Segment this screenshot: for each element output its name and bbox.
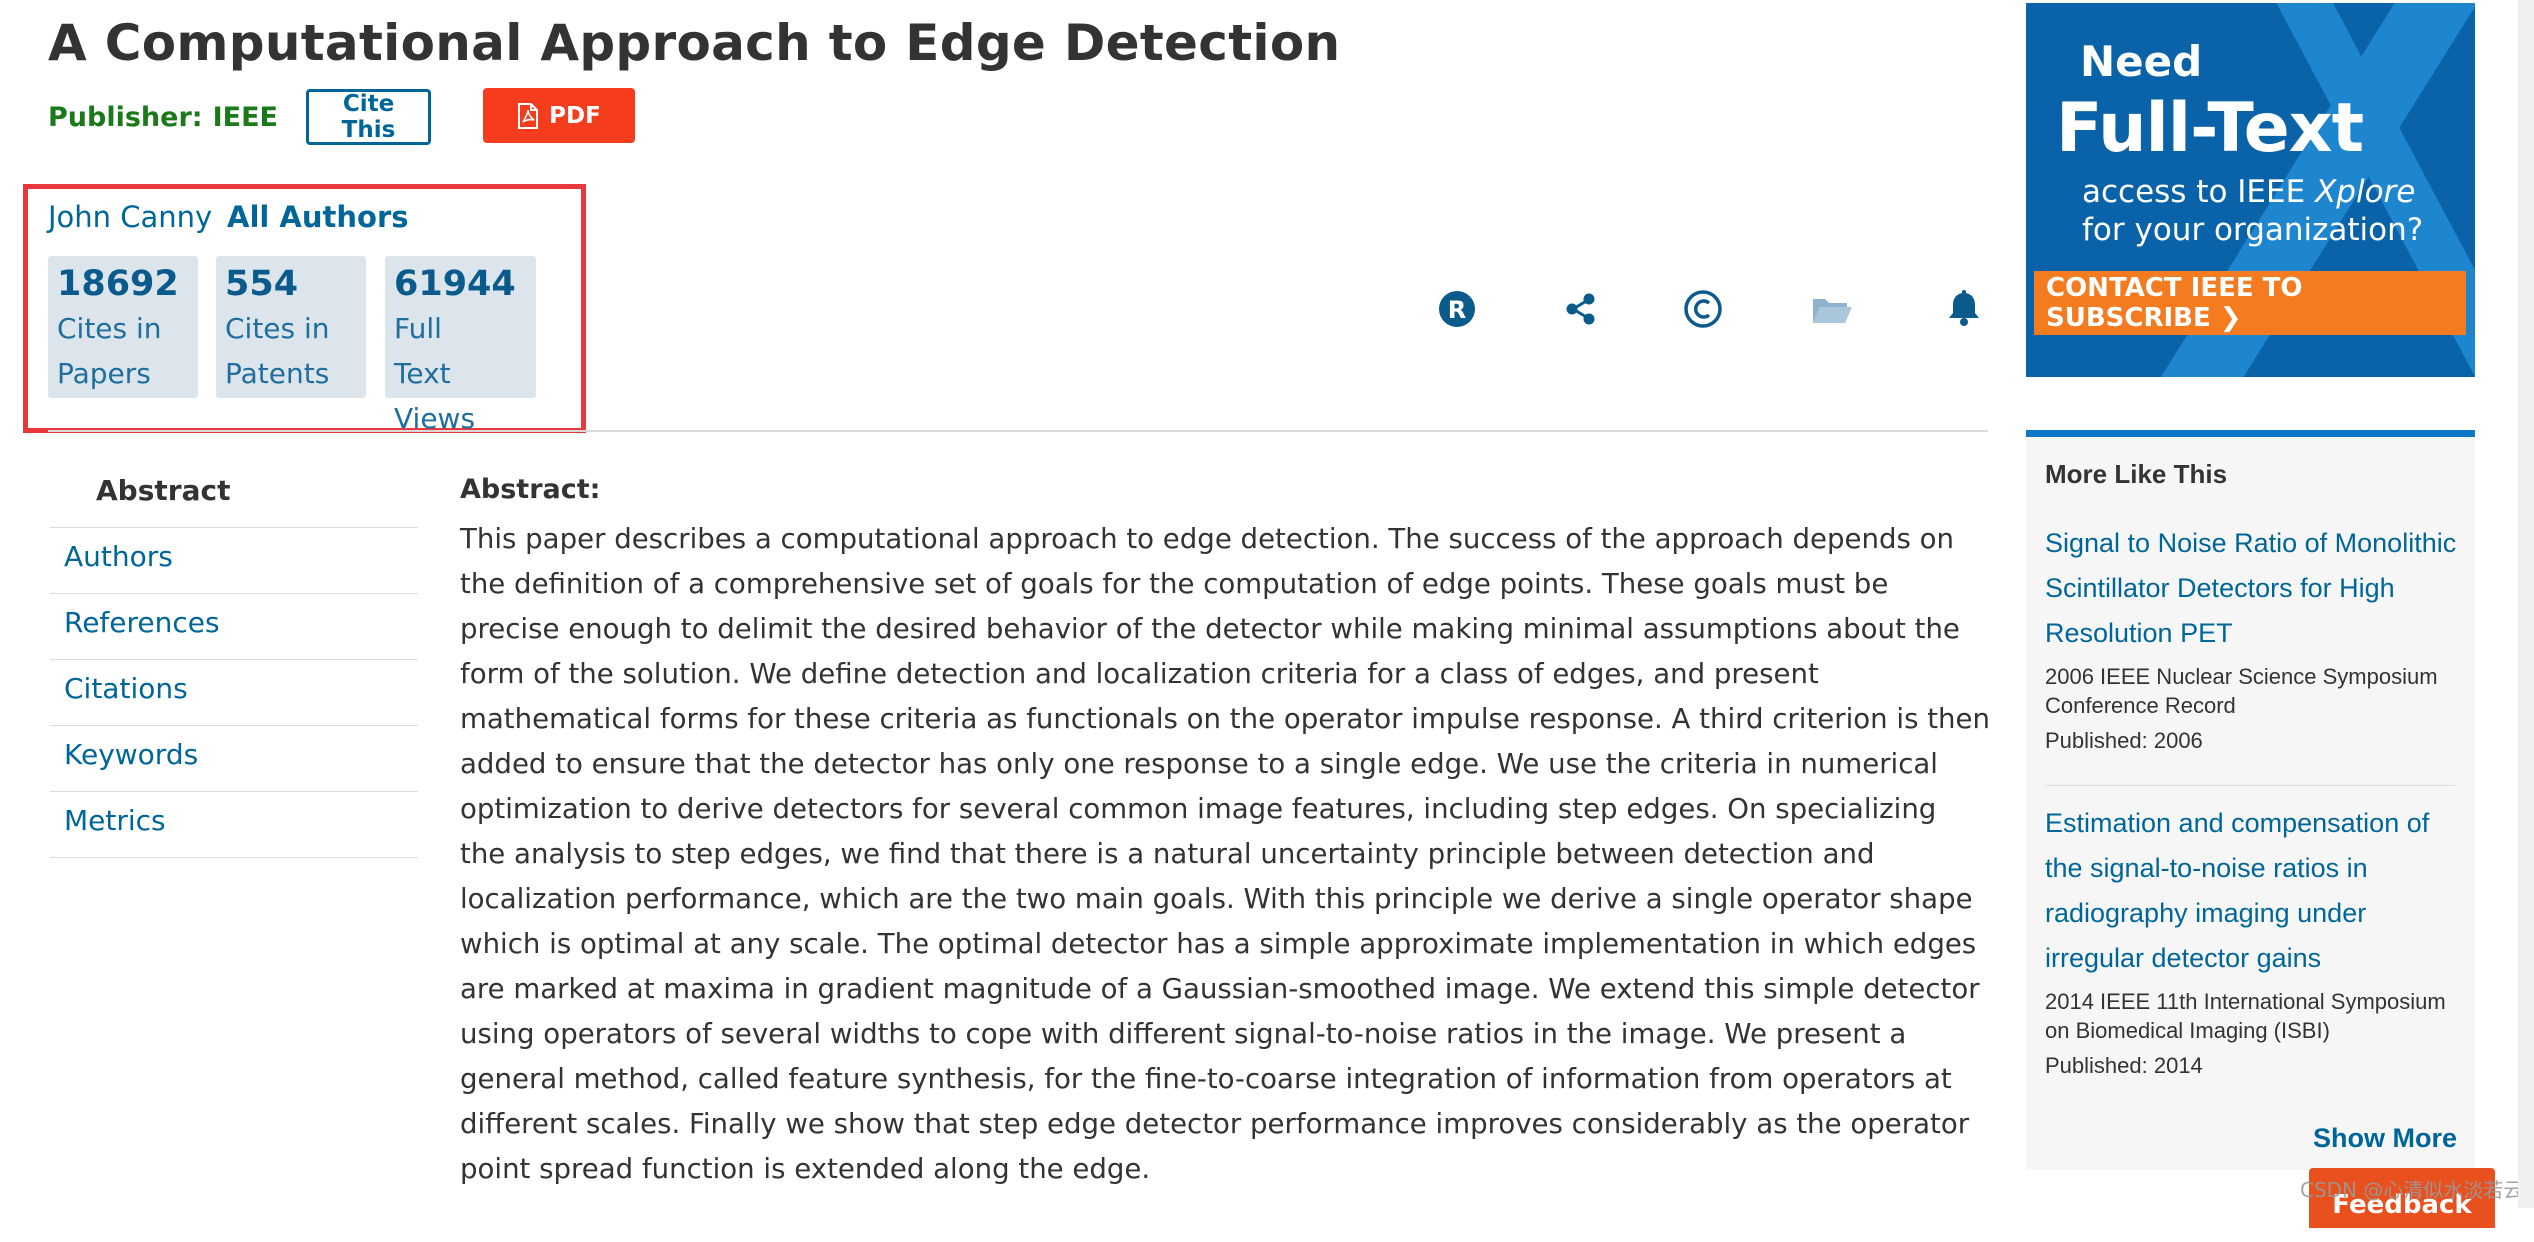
more-like-this-panel: More Like This Signal to Noise Ratio of … bbox=[2026, 430, 2475, 1170]
svg-text:R: R bbox=[1448, 296, 1466, 324]
metric-value: 18692 bbox=[57, 264, 179, 304]
show-more-link[interactable]: Show More bbox=[2313, 1123, 2457, 1154]
pdf-button[interactable]: PDF bbox=[483, 88, 635, 143]
all-authors-link[interactable]: All Authors bbox=[227, 200, 409, 234]
nav-metrics[interactable]: Metrics bbox=[50, 792, 418, 858]
ad-access-brand: Xplore bbox=[2315, 174, 2416, 210]
cite-this-button[interactable]: Cite This bbox=[306, 89, 431, 145]
folder-icon[interactable] bbox=[1810, 287, 1854, 331]
related-article-date: Published: 2006 bbox=[2045, 728, 2203, 753]
contact-ieee-subscribe-button[interactable]: CONTACT IEEE TO SUBSCRIBE ❯ bbox=[2034, 271, 2466, 335]
related-article-link[interactable]: Estimation and compensation of the signa… bbox=[2045, 801, 2460, 981]
related-article: Signal to Noise Ratio of Monolithic Scin… bbox=[2045, 521, 2460, 754]
nav-keywords[interactable]: Keywords bbox=[50, 726, 418, 792]
ad-need-text: Need bbox=[2080, 37, 2203, 86]
publisher-label: Publisher: bbox=[48, 102, 203, 133]
nav-references[interactable]: References bbox=[50, 594, 418, 660]
metric-label: Text bbox=[394, 357, 451, 390]
metric-full-text-views[interactable]: 61944 Full Text Views bbox=[385, 256, 536, 435]
metric-label: Papers bbox=[57, 357, 151, 390]
copyright-icon[interactable] bbox=[1681, 287, 1725, 331]
share-icon[interactable] bbox=[1559, 287, 1603, 331]
related-divider bbox=[2045, 785, 2455, 786]
related-article: Estimation and compensation of the signa… bbox=[2045, 801, 2460, 1079]
metric-value: 554 bbox=[225, 264, 299, 304]
related-article-venue: 2014 IEEE 11th International Symposium o… bbox=[2045, 989, 2446, 1043]
ad-access-text: access to IEEE Xplore for your organizat… bbox=[2082, 173, 2472, 249]
related-article-date: Published: 2014 bbox=[2045, 1053, 2203, 1078]
page-scrollbar[interactable] bbox=[2518, 0, 2534, 1208]
watermark: CSDN @心清似水淡若云 bbox=[2300, 1178, 2524, 1202]
section-nav: Abstract Authors References Citations Ke… bbox=[50, 462, 418, 858]
metric-label: Cites in bbox=[57, 312, 162, 345]
metric-value: 61944 bbox=[394, 264, 516, 304]
nav-abstract[interactable]: Abstract bbox=[50, 462, 418, 528]
ad-full-text: Full-Text bbox=[2056, 89, 2364, 168]
nav-authors[interactable]: Authors bbox=[50, 528, 418, 594]
nav-citations[interactable]: Citations bbox=[50, 660, 418, 726]
rights-icon[interactable]: R bbox=[1435, 287, 1479, 331]
metric-label: Cites in bbox=[225, 312, 330, 345]
pdf-label: PDF bbox=[549, 102, 601, 129]
publisher: Publisher: IEEE bbox=[48, 102, 278, 133]
metric-label: Patents bbox=[225, 357, 330, 390]
header-divider bbox=[48, 430, 1988, 432]
metric-cites-in-papers[interactable]: 18692 Cites in Papers bbox=[48, 256, 198, 398]
metric-cites-in-patents[interactable]: 554 Cites in Patents bbox=[216, 256, 366, 398]
article-title: A Computational Approach to Edge Detecti… bbox=[48, 14, 1341, 72]
alert-bell-icon[interactable] bbox=[1942, 287, 1986, 331]
pdf-icon bbox=[518, 102, 539, 129]
related-article-link[interactable]: Signal to Noise Ratio of Monolithic Scin… bbox=[2045, 521, 2460, 656]
ad-access-suffix: for your organization? bbox=[2082, 212, 2424, 248]
abstract-heading: Abstract: bbox=[460, 474, 601, 505]
more-like-this-title: More Like This bbox=[2045, 459, 2228, 489]
author-link-john-canny[interactable]: John Canny bbox=[48, 200, 212, 234]
publisher-name: IEEE bbox=[212, 102, 278, 133]
abstract-text: This paper describes a computational app… bbox=[460, 522, 1990, 1185]
ad-access-prefix: access to IEEE bbox=[2082, 174, 2306, 210]
metric-label: Views bbox=[394, 402, 476, 435]
ad-banner[interactable]: Need Full-Text access to IEEE Xplore for… bbox=[2026, 3, 2475, 377]
related-article-venue: 2006 IEEE Nuclear Science Symposium Conf… bbox=[2045, 664, 2438, 718]
metric-label: Full bbox=[394, 312, 442, 345]
